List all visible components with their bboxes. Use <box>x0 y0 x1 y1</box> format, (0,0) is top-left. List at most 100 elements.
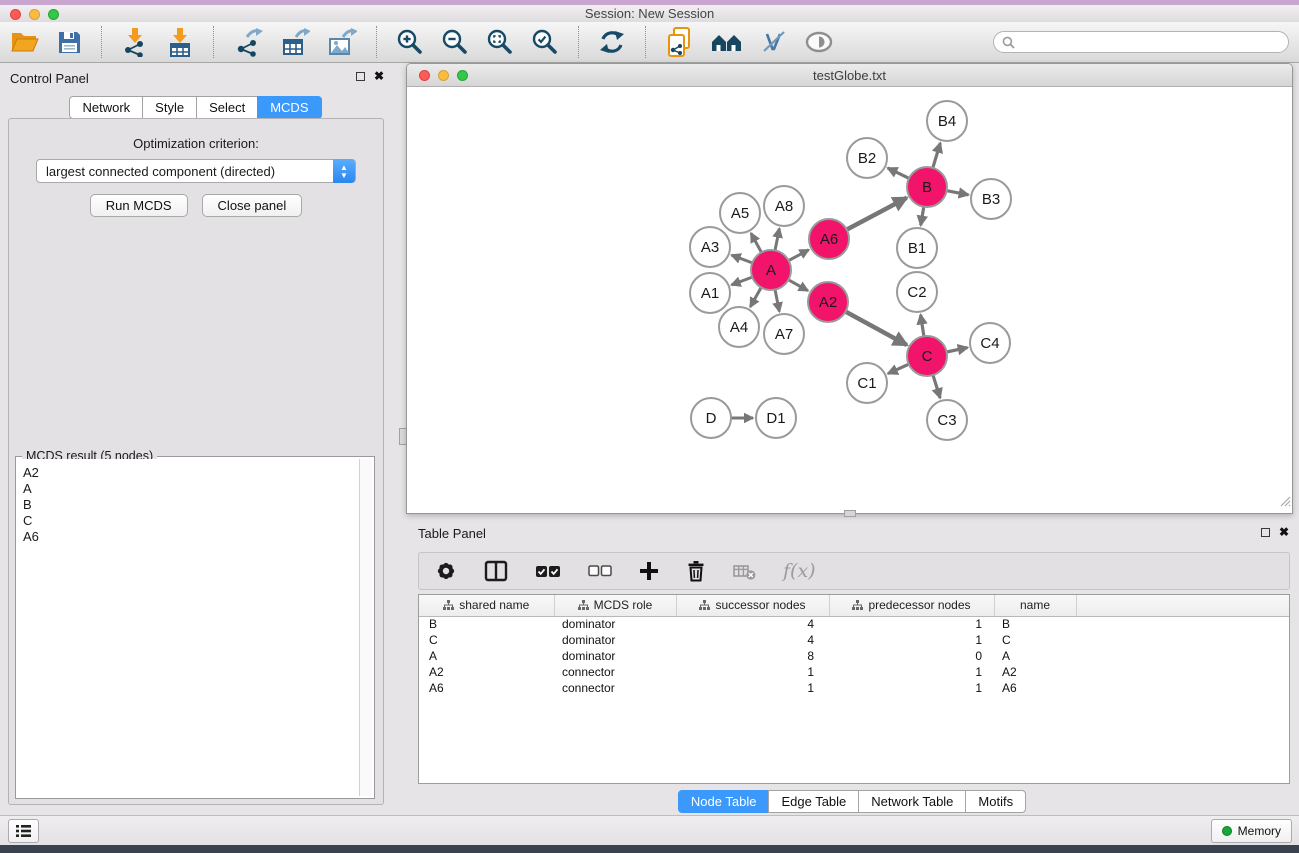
cell-mcds-role[interactable]: connector <box>554 680 676 696</box>
table-row[interactable]: A2connector11A2 <box>419 664 1289 680</box>
graph-edge-B-B4[interactable] <box>933 143 941 168</box>
graph-edge-C-C3[interactable] <box>933 375 940 398</box>
graph-edge-A-A4[interactable] <box>750 287 761 307</box>
graph-node-A4[interactable]: A4 <box>719 307 759 347</box>
split-columns-icon[interactable] <box>484 560 508 582</box>
graph-edge-A2-C[interactable] <box>846 312 907 345</box>
graph-node-A6[interactable]: A6 <box>809 219 849 259</box>
cell-mcds-role[interactable]: connector <box>554 664 676 680</box>
cell-name[interactable]: C <box>994 632 1076 648</box>
graph-node-A1[interactable]: A1 <box>690 273 730 313</box>
graph-node-B3[interactable]: B3 <box>971 179 1011 219</box>
cell-name[interactable]: A2 <box>994 664 1076 680</box>
zoom-fit-icon[interactable] <box>486 28 514 56</box>
zoom-selected-icon[interactable] <box>531 28 559 56</box>
function-builder-icon[interactable]: f(x) <box>783 560 816 582</box>
close-panel-icon[interactable]: ✖ <box>374 70 384 82</box>
clone-network-icon[interactable] <box>665 26 693 58</box>
hide-labels-icon[interactable] <box>761 29 787 55</box>
cell-mcds-role[interactable]: dominator <box>554 616 676 632</box>
zoom-out-icon[interactable] <box>441 28 469 56</box>
task-history-button[interactable] <box>8 819 39 843</box>
graph-node-C3[interactable]: C3 <box>927 400 967 440</box>
table-row[interactable]: Cdominator41C <box>419 632 1289 648</box>
cell-predecessor-nodes[interactable]: 1 <box>829 680 994 696</box>
close-table-panel-icon[interactable]: ✖ <box>1279 526 1289 538</box>
cell-successor-nodes[interactable]: 8 <box>676 648 829 664</box>
graph-node-A7[interactable]: A7 <box>764 314 804 354</box>
cell-successor-nodes[interactable]: 1 <box>676 664 829 680</box>
mcds-result-item[interactable]: B <box>23 497 359 513</box>
graph-node-A3[interactable]: A3 <box>690 227 730 267</box>
save-session-icon[interactable] <box>57 30 82 55</box>
cell-mcds-role[interactable]: dominator <box>554 648 676 664</box>
float-panel-icon[interactable] <box>356 72 365 81</box>
import-network-icon[interactable] <box>121 27 149 57</box>
cell-successor-nodes[interactable]: 4 <box>676 616 829 632</box>
graph-node-A8[interactable]: A8 <box>764 186 804 226</box>
table-row[interactable]: Adominator80A <box>419 648 1289 664</box>
gear-icon[interactable] <box>435 560 457 582</box>
mcds-result-item[interactable]: A <box>23 481 359 497</box>
graph-node-A5[interactable]: A5 <box>720 193 760 233</box>
cell-shared-name[interactable]: A2 <box>419 664 554 680</box>
tab-node-table[interactable]: Node Table <box>678 790 770 813</box>
mcds-result-item[interactable]: A2 <box>23 465 359 481</box>
mcds-list-scrollbar[interactable] <box>359 459 372 796</box>
graph-node-D1[interactable]: D1 <box>756 398 796 438</box>
column-header-predecessor-nodes[interactable]: predecessor nodes <box>829 595 994 616</box>
tab-style[interactable]: Style <box>142 96 197 119</box>
mcds-result-list[interactable]: A2ABCA6 <box>18 459 359 796</box>
export-image-icon[interactable] <box>327 27 357 57</box>
cell-predecessor-nodes[interactable]: 1 <box>829 664 994 680</box>
graph-edge-A6-B[interactable] <box>847 198 907 230</box>
delete-icon[interactable] <box>686 560 706 582</box>
export-network-icon[interactable] <box>233 27 263 57</box>
cell-shared-name[interactable]: B <box>419 616 554 632</box>
network-window-titlebar[interactable]: testGlobe.txt <box>407 64 1292 87</box>
mcds-result-item[interactable]: A6 <box>23 529 359 545</box>
column-header-name[interactable]: name <box>994 595 1076 616</box>
graph-node-A[interactable]: A <box>751 250 791 290</box>
float-table-panel-icon[interactable] <box>1261 528 1270 537</box>
graph-edge-A-A2[interactable] <box>788 280 808 291</box>
delete-table-icon[interactable] <box>733 561 756 581</box>
tab-network-table[interactable]: Network Table <box>858 790 966 813</box>
cell-predecessor-nodes[interactable]: 0 <box>829 648 994 664</box>
graph-edge-C-C4[interactable] <box>947 348 968 352</box>
tab-edge-table[interactable]: Edge Table <box>768 790 859 813</box>
graph-node-D[interactable]: D <box>691 398 731 438</box>
apply-layout-refresh-icon[interactable] <box>598 28 626 56</box>
graph-edge-A-A6[interactable] <box>789 250 809 261</box>
cell-name[interactable]: B <box>994 616 1076 632</box>
select-all-icon[interactable] <box>535 565 561 578</box>
tab-select[interactable]: Select <box>196 96 258 119</box>
graph-edge-A-A3[interactable] <box>732 255 753 263</box>
graph-edge-A-A7[interactable] <box>775 290 779 312</box>
table-row[interactable]: Bdominator41B <box>419 616 1289 632</box>
cell-mcds-role[interactable]: dominator <box>554 632 676 648</box>
graph-node-B2[interactable]: B2 <box>847 138 887 178</box>
tab-mcds[interactable]: MCDS <box>257 96 321 119</box>
graph-edge-C-C2[interactable] <box>921 315 924 337</box>
graph-node-C4[interactable]: C4 <box>970 323 1010 363</box>
close-panel-button[interactable]: Close panel <box>202 194 303 217</box>
open-session-icon[interactable] <box>10 29 40 55</box>
home-views-icon[interactable] <box>710 30 744 54</box>
deselect-all-icon[interactable] <box>588 565 612 577</box>
cell-name[interactable]: A <box>994 648 1076 664</box>
graph-node-B1[interactable]: B1 <box>897 228 937 268</box>
horizontal-splitter-handle[interactable] <box>844 510 856 517</box>
tab-motifs[interactable]: Motifs <box>965 790 1026 813</box>
graph-edge-A-A5[interactable] <box>751 233 761 252</box>
graph-edge-B-B2[interactable] <box>888 168 909 178</box>
table-row[interactable]: A6connector11A6 <box>419 680 1289 696</box>
column-header-shared-name[interactable]: shared name <box>419 595 554 616</box>
cell-shared-name[interactable]: C <box>419 632 554 648</box>
cell-name[interactable]: A6 <box>994 680 1076 696</box>
graph-node-C1[interactable]: C1 <box>847 363 887 403</box>
memory-button[interactable]: Memory <box>1211 819 1292 843</box>
graph-node-B[interactable]: B <box>907 167 947 207</box>
network-canvas-svg[interactable]: AA1A2A3A4A5A6A7A8BB1B2B3B4CC1C2C3C4DD1 <box>407 88 1292 513</box>
zoom-in-icon[interactable] <box>396 28 424 56</box>
